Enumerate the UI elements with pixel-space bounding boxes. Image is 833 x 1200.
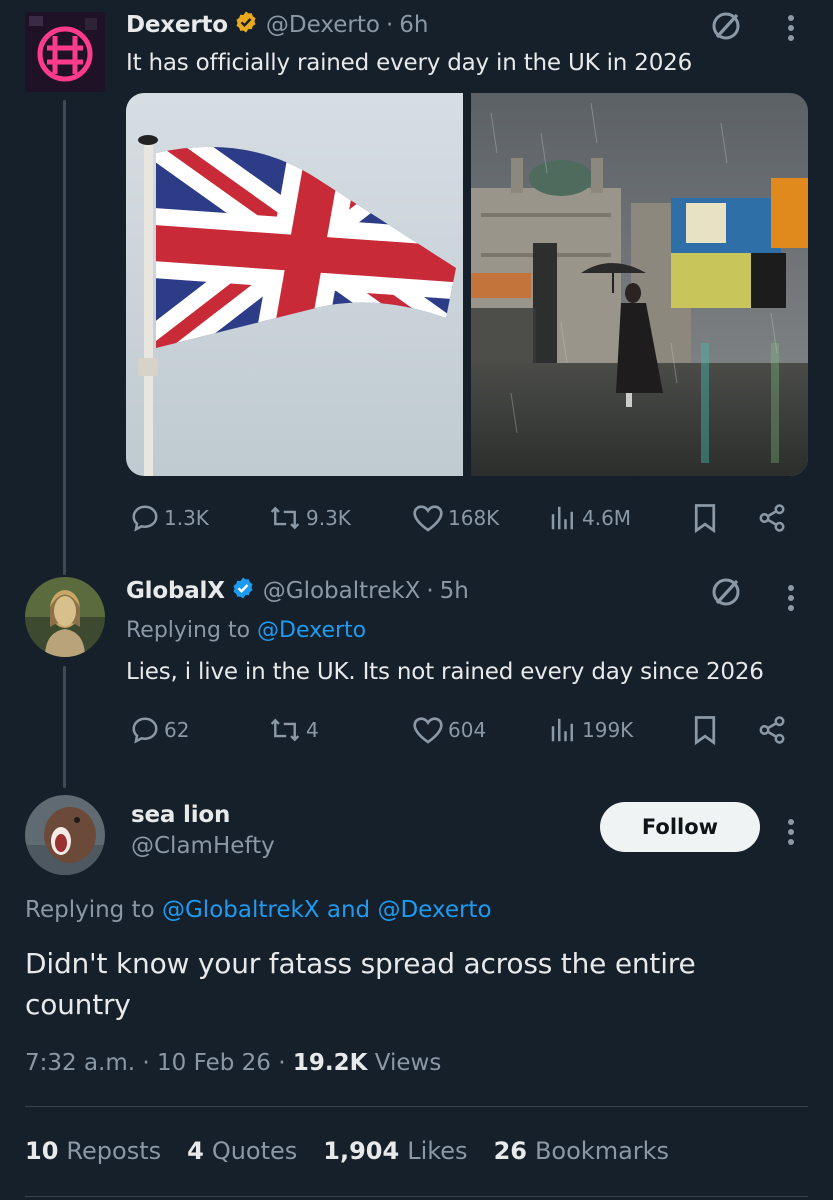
globalx-avatar[interactable] [25,577,105,657]
views-count: 19.2K [292,1050,368,1076]
tweet-meta: 7:32 a.m. · 10 Feb 26 · 19.2K Views [25,1050,441,1076]
bookmark-icon [694,716,716,745]
verified-badge-icon [231,576,255,606]
sea-lion-avatar[interactable] [25,795,105,875]
stat-bookmarks[interactable]: 26 Bookmarks [494,1137,670,1165]
grok-icon[interactable] [706,572,746,612]
views-count: 199K [582,718,634,742]
heart-icon [413,717,443,744]
tweet2-text: Lies, i live in the UK. Its not rained e… [126,659,764,685]
repost-count: 4 [306,718,319,742]
tweet-time[interactable]: 5h [440,578,469,604]
reply-count: 62 [164,718,190,742]
replying-and: and [326,897,371,923]
share-button[interactable] [756,498,788,538]
main-replying-to: Replying to @GlobaltrekX and @Dexerto [25,897,492,923]
bookmark-button[interactable] [692,710,718,750]
like-button[interactable]: 168K [412,498,499,538]
divider [25,1106,808,1107]
stat-label: Quotes [211,1137,298,1165]
author-handle[interactable]: @ClamHefty [131,833,275,859]
tweet-stats: 10 Reposts 4 Quotes 1,904 Likes 26 Bookmarks [25,1137,695,1165]
verified-gold-badge-icon [234,10,258,40]
replying-to-link[interactable]: @Dexerto [377,897,491,923]
main-author: sea lion [131,802,230,828]
media-image-flag[interactable] [126,93,463,476]
tweet-time[interactable]: 6h [399,12,428,38]
stat-reposts[interactable]: 10 Reposts [25,1137,161,1165]
author-name[interactable]: sea lion [131,802,230,828]
repost-button[interactable]: 9.3K [268,498,351,538]
bookmark-icon [694,504,716,533]
tweet2-actions: 62 4 604 199K [126,710,796,750]
bookmark-button[interactable] [692,498,718,538]
more-options-icon[interactable] [776,578,806,618]
stat-label: Bookmarks [534,1137,670,1165]
tweet2-header: GlobalX @GlobaltrekX · 5h [126,576,469,606]
main-tweet-text: Didn't know your fatass spread across th… [25,947,696,1021]
views-chart-icon [551,718,573,742]
author-name[interactable]: Dexerto [126,12,228,38]
stat-count: 4 [187,1137,204,1165]
tweet1-text: It has officially rained every day in th… [126,50,693,76]
separator-dot: · [426,578,434,604]
stat-label: Reposts [66,1137,162,1165]
stat-count: 26 [493,1137,527,1165]
author-handle[interactable]: @Dexerto [266,12,380,38]
tweet2-replying-to: Replying to @Dexerto [126,618,366,643]
views-button[interactable]: 4.6M [548,498,631,538]
stat-quotes[interactable]: 4 Quotes [187,1137,297,1165]
separator-dot: · [278,1050,293,1076]
tweet-time[interactable]: 7:32 a.m. [25,1050,135,1076]
tweet1-media[interactable] [126,93,808,476]
replying-label: Replying to [25,897,155,923]
stat-count: 10 [25,1137,59,1165]
follow-button[interactable]: Follow [600,802,760,852]
repost-count: 9.3K [306,506,351,530]
like-button[interactable]: 604 [412,710,486,750]
repost-button[interactable]: 4 [268,710,319,750]
like-count: 168K [448,506,500,530]
views-chart-icon [551,506,573,530]
share-icon [759,716,785,744]
stat-label: Likes [407,1137,468,1165]
reply-icon [132,505,158,532]
separator-dot: · [385,12,394,38]
divider [25,1196,808,1197]
tweet1-header: Dexerto @Dexerto · 6h [126,10,428,40]
thread-line [63,666,66,788]
reply-count: 1.3K [164,506,209,530]
thread-line [63,100,66,575]
heart-icon [413,505,443,532]
tweet1-actions: 1.3K 9.3K 168K 4.6M [126,498,796,538]
views-button[interactable]: 199K [548,710,633,750]
views-label: Views [374,1050,442,1076]
more-options-icon[interactable] [776,8,806,48]
views-count: 4.6M [582,506,632,530]
share-button[interactable] [756,710,788,750]
media-image-rainy-street[interactable] [471,93,808,476]
tweet-thread-page: Dexerto @Dexerto · 6h It has officially … [0,0,833,1200]
dexerto-avatar[interactable] [25,12,105,92]
stat-likes[interactable]: 1,904 Likes [323,1137,467,1165]
replying-to-link[interactable]: @Dexerto [257,618,366,643]
author-handle[interactable]: @GlobaltrekX [263,578,421,604]
like-count: 604 [448,718,487,742]
repost-icon [270,718,300,742]
separator-dot: · [142,1050,158,1076]
replying-label: Replying to [126,618,251,643]
replying-to-link[interactable]: @GlobaltrekX [162,897,320,923]
repost-icon [270,506,300,530]
reply-button[interactable]: 1.3K [130,498,209,538]
stat-count: 1,904 [323,1137,400,1165]
share-icon [759,504,785,532]
reply-button[interactable]: 62 [130,710,189,750]
author-name[interactable]: GlobalX [126,578,225,604]
main-handle-row: @ClamHefty [131,833,275,859]
more-options-icon[interactable] [776,812,806,852]
tweet-date[interactable]: 10 Feb 26 [157,1050,271,1076]
reply-icon [132,717,158,744]
grok-icon[interactable] [706,6,746,46]
